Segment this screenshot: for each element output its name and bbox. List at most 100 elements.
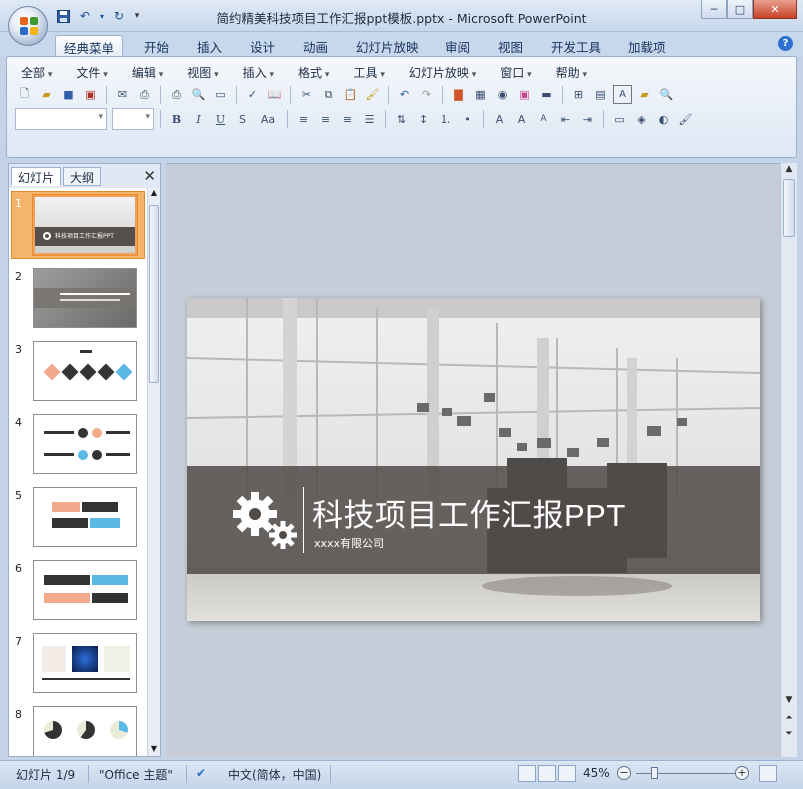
slide-subtitle[interactable]: xxxx有限公司 <box>314 535 384 551</box>
cut-icon[interactable]: ✂ <box>297 85 316 104</box>
help-icon[interactable]: ? <box>778 36 793 51</box>
align-left-icon[interactable]: ≡ <box>294 110 313 129</box>
tab-outline[interactable]: 大纲 <box>63 167 102 186</box>
tab-home[interactable]: 开始 <box>136 35 177 56</box>
bold-button[interactable]: B <box>167 110 186 129</box>
print-icon[interactable]: ⎙ <box>167 85 186 104</box>
color-palette-icon[interactable]: ▣ <box>515 85 534 104</box>
scroll-up-arrow-icon[interactable]: ▲ <box>148 188 160 200</box>
numbering-icon[interactable]: ⒈ <box>436 110 455 129</box>
slide-thumb-4[interactable] <box>33 414 137 474</box>
save-icon[interactable]: ■ <box>59 85 78 104</box>
insert-chart-icon[interactable]: ▇ <box>449 85 468 104</box>
underline-button[interactable]: U <box>211 110 230 129</box>
shadow-button[interactable]: S <box>233 110 252 129</box>
align-center-icon[interactable]: ≡ <box>316 110 335 129</box>
menu-all[interactable]: 全部 <box>15 64 58 81</box>
print-preview-icon[interactable]: 🔍 <box>189 85 208 104</box>
italic-button[interactable]: I <box>189 110 208 129</box>
change-case-button[interactable]: Aa <box>255 110 281 129</box>
paste-icon[interactable]: 📋 <box>341 85 360 104</box>
new-document-icon[interactable]: 🗋 <box>15 85 34 104</box>
shrink-font-icon[interactable]: A <box>534 110 553 129</box>
tab-view[interactable]: 视图 <box>490 35 531 56</box>
slide-title[interactable]: 科技项目工作汇报PPT <box>312 490 626 535</box>
menu-insert[interactable]: 插入 <box>237 64 280 81</box>
zoom-out-button[interactable]: − <box>617 766 631 780</box>
tab-slideshow[interactable]: 幻灯片放映 <box>348 35 427 56</box>
format-painter-icon[interactable]: 🖌 <box>363 85 382 104</box>
font-name-combo[interactable] <box>15 108 107 130</box>
slideshow-view-button[interactable] <box>558 765 576 782</box>
zoom-in-button[interactable]: + <box>735 766 749 780</box>
maximize-button[interactable]: □ <box>727 0 753 19</box>
tab-developer[interactable]: 开发工具 <box>543 35 609 56</box>
tab-animation[interactable]: 动画 <box>295 35 336 56</box>
menu-help[interactable]: 帮助 <box>550 64 593 81</box>
copy-icon[interactable]: ⧉ <box>319 85 338 104</box>
minimize-button[interactable]: ─ <box>701 0 727 19</box>
slide-thumb-3[interactable] <box>33 341 137 401</box>
tab-design[interactable]: 设计 <box>242 35 283 56</box>
clip-art-icon[interactable]: ◉ <box>493 85 512 104</box>
undo-icon[interactable]: ↶ <box>395 85 414 104</box>
close-button[interactable]: ✕ <box>753 0 797 19</box>
zoom-slider-knob[interactable] <box>651 767 658 779</box>
menu-view[interactable]: 视图 <box>181 64 224 81</box>
customize-qat-icon[interactable]: ▾ <box>132 7 142 25</box>
grow-font-icon[interactable]: A <box>512 110 531 129</box>
scroll-down-arrow-icon[interactable]: ▼ <box>148 744 160 756</box>
undo-icon[interactable]: ↶ <box>76 7 94 25</box>
thumbnail-scrollbar[interactable]: ▲ ▼ <box>147 188 160 756</box>
font-color-icon[interactable]: A <box>490 110 509 129</box>
redo-icon[interactable]: ↷ <box>417 85 436 104</box>
undo-dropdown-icon[interactable]: ▾ <box>98 7 106 25</box>
increase-indent-icon[interactable]: ⇥ <box>578 110 597 129</box>
grayscale-icon[interactable]: ▬ <box>537 85 556 104</box>
justify-icon[interactable]: ☰ <box>360 110 379 129</box>
bullets-icon[interactable]: • <box>458 110 477 129</box>
zoom-level[interactable]: 45% <box>583 766 610 780</box>
text-direction-icon[interactable]: ⇅ <box>392 110 411 129</box>
slide-thumb-8[interactable] <box>33 706 137 756</box>
tab-review[interactable]: 审阅 <box>437 35 478 56</box>
align-right-icon[interactable]: ≡ <box>338 110 357 129</box>
textbox-icon[interactable]: A <box>613 85 632 104</box>
previous-slide-icon[interactable]: ⏶ <box>781 713 797 727</box>
scroll-thumb[interactable] <box>149 205 159 383</box>
normal-view-button[interactable] <box>518 765 536 782</box>
shape-fill-icon[interactable]: 🖌 <box>676 110 695 129</box>
tab-classic-menu[interactable]: 经典菜单 <box>55 35 124 56</box>
pdf-icon[interactable]: ⎙ <box>135 85 154 104</box>
arrange-icon[interactable]: ◈ <box>632 110 651 129</box>
menu-format[interactable]: 格式 <box>292 64 335 81</box>
menu-window[interactable]: 窗口 <box>494 64 537 81</box>
research-icon[interactable]: 📖 <box>265 85 284 104</box>
language-indicator[interactable]: 中文(简体，中国) <box>228 766 321 783</box>
workspace-scrollbar[interactable]: ▲ ▼ ⏶ ⏷ <box>780 163 797 757</box>
menu-tools[interactable]: 工具 <box>347 64 390 81</box>
spelling-icon[interactable]: ✓ <box>243 85 262 104</box>
open-folder-icon[interactable]: ▰ <box>37 85 56 104</box>
email-icon[interactable]: ✉ <box>113 85 132 104</box>
menu-file[interactable]: 文件 <box>70 64 113 81</box>
spell-check-icon[interactable]: ✔ <box>196 766 206 780</box>
next-slide-icon[interactable]: ⏷ <box>781 729 797 743</box>
office-button[interactable] <box>8 6 48 46</box>
tab-addins[interactable]: 加载项 <box>620 35 674 56</box>
save-icon[interactable] <box>54 7 72 25</box>
close-panel-icon[interactable]: ✕ <box>143 167 156 185</box>
shapes-icon[interactable]: ▭ <box>610 110 629 129</box>
fit-to-window-button[interactable] <box>759 765 777 782</box>
slide-thumb-7[interactable] <box>33 633 137 693</box>
scroll-down-arrow-icon[interactable]: ▼ <box>781 695 797 709</box>
decrease-indent-icon[interactable]: ⇤ <box>556 110 575 129</box>
insert-table-icon[interactable]: ▦ <box>471 85 490 104</box>
new-slide-icon[interactable]: ⊞ <box>569 85 588 104</box>
find-icon[interactable]: 🔍 <box>657 85 676 104</box>
scroll-thumb[interactable] <box>783 179 795 237</box>
slide-thumb-1[interactable]: 科技项目工作汇报PPT <box>32 194 138 256</box>
quick-styles-icon[interactable]: ◐ <box>654 110 673 129</box>
slide-view-icon[interactable]: ▭ <box>211 85 230 104</box>
folder-icon[interactable]: ▰ <box>635 85 654 104</box>
